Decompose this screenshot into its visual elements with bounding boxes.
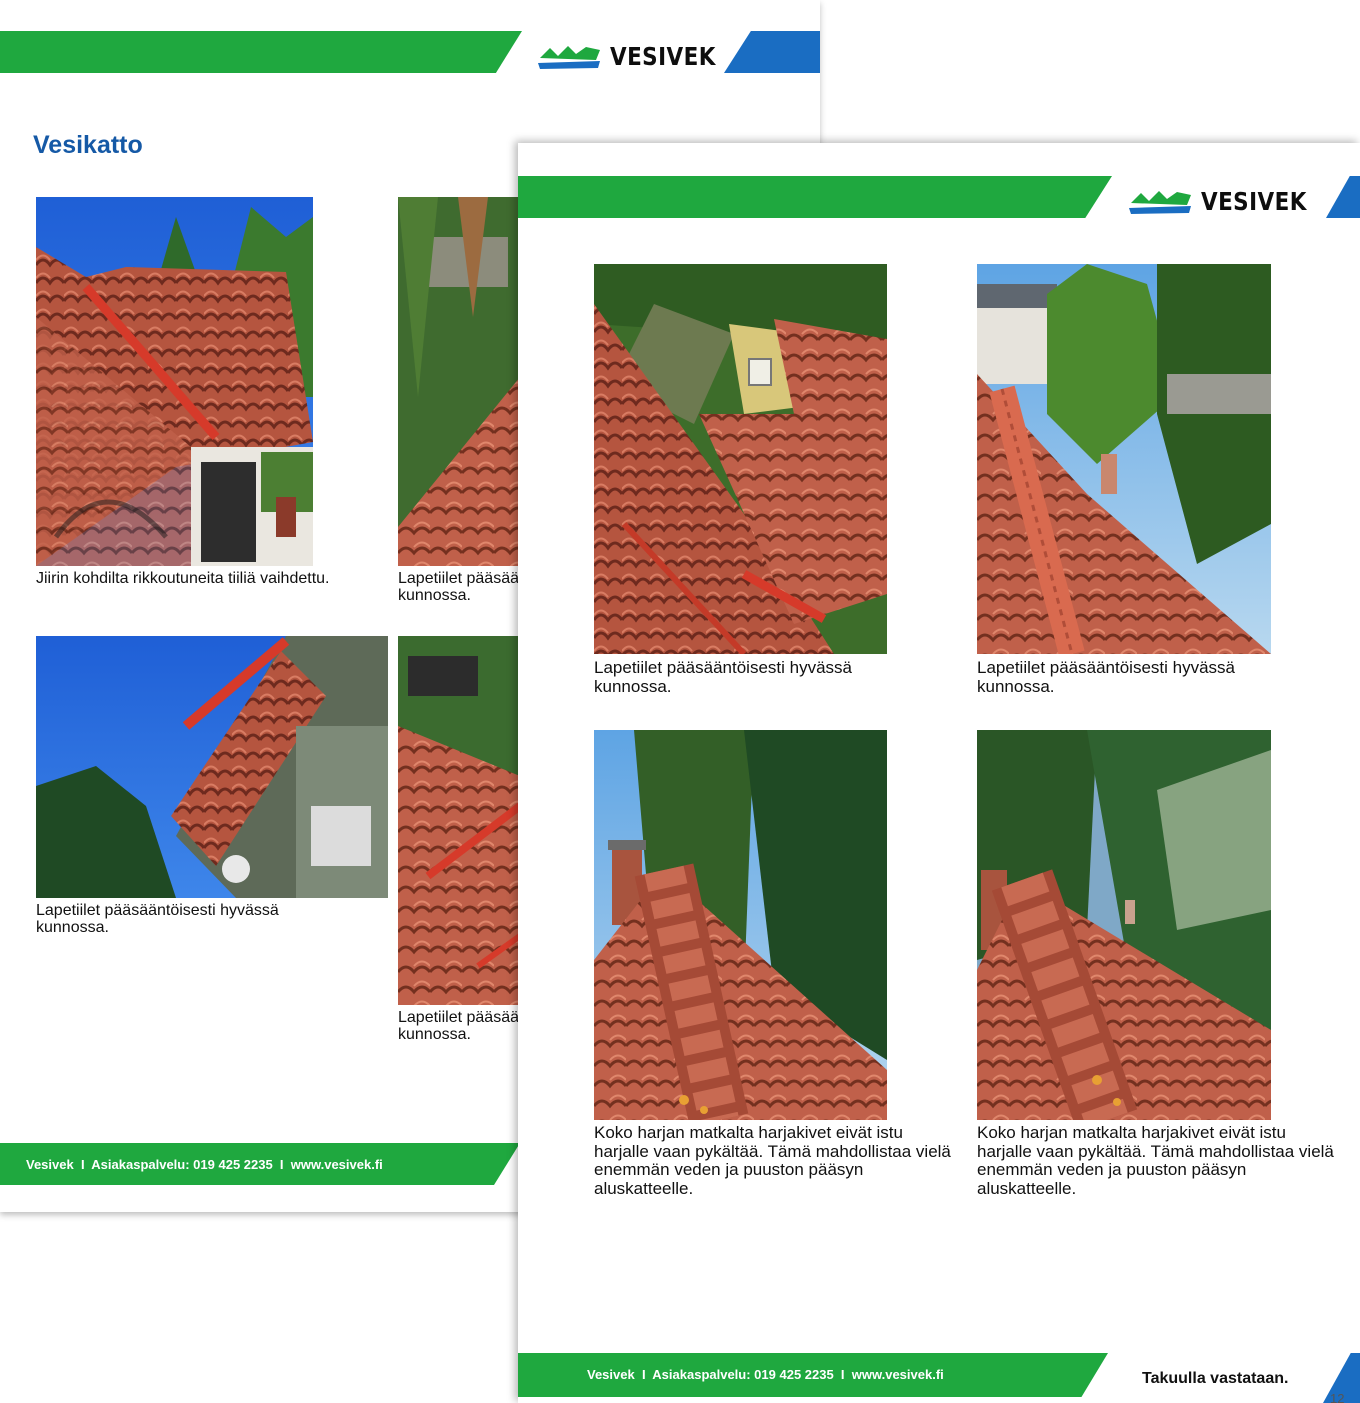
footer-contact: Vesivek I Asiakaspalvelu: 019 425 2235 I… [587, 1367, 944, 1382]
footer-contact: Vesivek I Asiakaspalvelu: 019 425 2235 I… [26, 1157, 383, 1172]
header-blue-bar [1326, 176, 1360, 218]
page-title: Vesikatto [33, 131, 143, 159]
logo-wordmark: VESIVEK [1201, 187, 1307, 216]
vesivek-logo: VESIVEK [538, 42, 733, 71]
photo-roof-eaves [36, 636, 388, 898]
photo-ridge-tiles-chimney [594, 730, 887, 1120]
header-green-bar [0, 31, 522, 73]
wave-logo-icon [538, 45, 600, 69]
report-page-front: VESIVEK Lapetiilet pääsääntöisesti hyväs… [518, 143, 1360, 1403]
photo-roof-valley [36, 197, 313, 566]
logo-wordmark: VESIVEK [610, 42, 716, 71]
photo-roof-ridge-walkway [977, 264, 1271, 654]
caption-roof-ridge-walkway: Lapetiilet pääsääntöisesti hyvässä kunno… [977, 658, 1235, 696]
header-blue-bar [724, 31, 820, 73]
caption-roof-eaves: Lapetiilet pääsääntöisesti hyvässä kunno… [36, 902, 279, 936]
photo-roof-over-shed [594, 264, 887, 654]
photo-roof-slope-forest [398, 197, 520, 566]
page-number: 12 [1330, 1391, 1345, 1403]
caption-ridge-tiles-chimney: Koko harjan matkalta harjakivet eivät is… [594, 1123, 951, 1198]
photo-roof-dormer [398, 636, 520, 1005]
caption-ridge-tiles-closeup: Koko harjan matkalta harjakivet eivät is… [977, 1123, 1334, 1198]
caption-roof-over-shed: Lapetiilet pääsääntöisesti hyvässä kunno… [594, 658, 852, 696]
vesivek-logo: VESIVEK [1129, 187, 1324, 216]
header-green-bar [518, 176, 1112, 218]
footer-slogan: Takuulla vastataan. [1142, 1370, 1289, 1387]
photo-ridge-tiles-closeup [977, 730, 1271, 1120]
wave-logo-icon [1129, 190, 1191, 214]
caption-roof-valley: Jiirin kohdilta rikkoutuneita tiiliä vai… [36, 570, 330, 587]
